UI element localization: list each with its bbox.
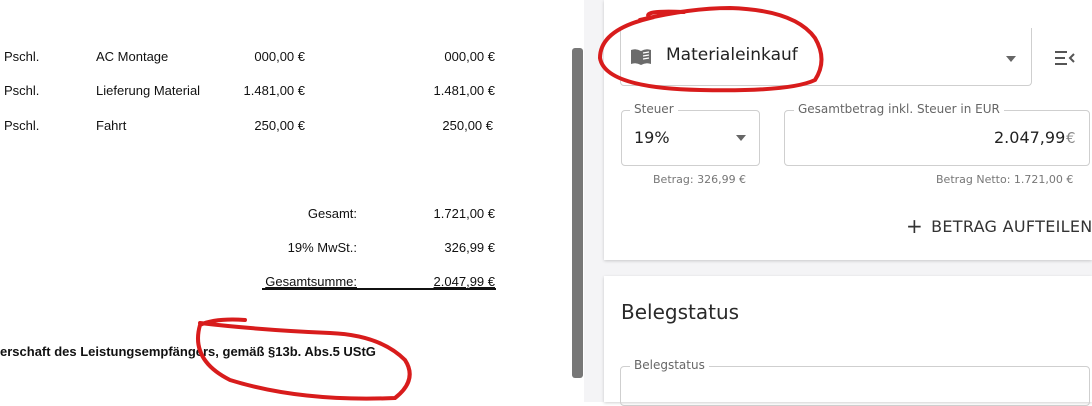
gesamt-value: 1.721,00 € — [433, 206, 495, 221]
gesamtsumme-value: 2.047,99 € — [433, 274, 495, 289]
line-1-total: 000,00 € — [444, 49, 495, 64]
gesamt-label: Gesamt: — [307, 206, 357, 221]
gesamtsumme-label: Gesamtsumme: — [265, 274, 357, 289]
gesamtbetrag-hint: Betrag Netto: 1.721,00 € — [936, 173, 1074, 186]
chevron-down-icon[interactable] — [736, 135, 746, 141]
gesamtbetrag-label: Gesamtbetrag inkl. Steuer in EUR — [794, 102, 1004, 116]
gesamtbetrag-value: 2.047,99 — [994, 128, 1066, 147]
book-icon — [631, 49, 651, 65]
reverse-charge-clause: erschaft des Leistungsempfängers, gemäß … — [0, 344, 376, 359]
belegstatus-select[interactable] — [620, 366, 1090, 406]
line-1-unit: Pschl. — [4, 49, 40, 64]
plus-icon: + — [906, 214, 924, 238]
line-2-total: 1.481,00 € — [433, 83, 495, 98]
line-3-unit: Pschl. — [4, 118, 40, 133]
belegstatus-field-label: Belegstatus — [630, 358, 709, 372]
category-value: Materialeinkauf — [666, 45, 798, 65]
line-2-description: Lieferung Material — [96, 83, 201, 98]
line-3-price: 250,00 € — [254, 118, 305, 133]
split-amount-button[interactable]: + BETRAG AUFTEILEN — [906, 213, 1092, 238]
steuer-hint: Betrag: 326,99 € — [653, 173, 747, 186]
line-1-price: 000,00 € — [254, 49, 305, 64]
line-3-description: Fahrt — [96, 118, 127, 133]
mwst-label: 19% MwSt.: — [287, 240, 357, 255]
chevron-down-icon[interactable] — [1006, 56, 1016, 62]
split-amount-label: BETRAG AUFTEILEN — [931, 217, 1092, 236]
line-2-unit: Pschl. — [4, 83, 40, 98]
steuer-value: 19% — [634, 128, 670, 147]
document-preview: Pschl. AC Montage 000,00 € 000,00 € Psch… — [0, 0, 570, 402]
line-3-total: 250,00 € — [442, 118, 493, 133]
document-scrollbar[interactable] — [572, 48, 583, 378]
currency-symbol: € — [1066, 129, 1076, 147]
total-rule — [262, 288, 496, 290]
line-1-description: AC Montage — [96, 49, 169, 64]
steuer-label: Steuer — [630, 102, 678, 116]
line-2-price: 1.481,00 € — [243, 83, 305, 98]
menu-collapse-icon[interactable] — [1054, 50, 1076, 66]
belegstatus-title: Belegstatus — [621, 300, 740, 324]
mwst-value: 326,99 € — [444, 240, 495, 255]
